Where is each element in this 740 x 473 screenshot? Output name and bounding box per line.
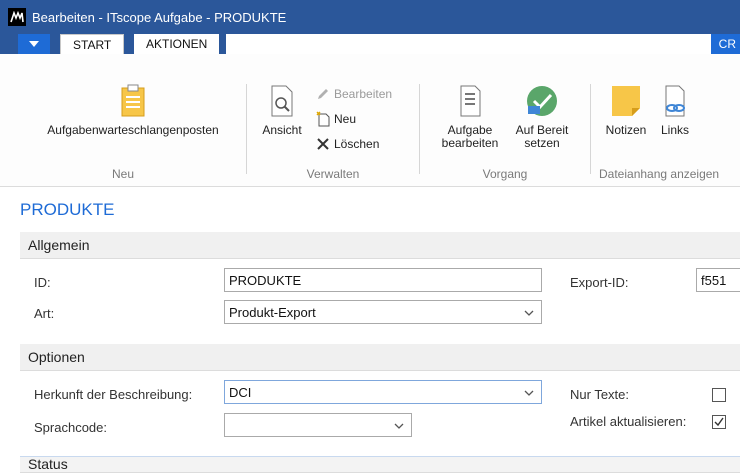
id-value: PRODUKTE: [229, 272, 302, 288]
link-document-icon: [662, 84, 688, 118]
window-title: Bearbeiten - ITscope Aufgabe - PRODUKTE: [32, 9, 287, 25]
auf-bereit-setzen-button[interactable]: Auf Bereit setzen: [506, 84, 578, 150]
export-id-label: Export-ID:: [570, 275, 629, 290]
ribbon-group-verwalten: Ansicht Bearbeiten Neu Löschen Verwalten: [247, 54, 419, 187]
task-document-icon: [457, 84, 483, 118]
section-allgemein-header: Allgemein: [28, 237, 90, 253]
id-label: ID:: [34, 275, 51, 290]
checkmark-icon: [714, 417, 724, 427]
notizen-label: Notizen: [605, 123, 647, 137]
app-menu-button[interactable]: [18, 34, 50, 54]
title-bar: Bearbeiten - ITscope Aufgabe - PRODUKTE: [0, 0, 740, 34]
section-optionen-header: Optionen: [28, 349, 85, 365]
ribbon: Aufgabenwarteschlangenposten Neu Ansicht…: [0, 54, 740, 187]
ready-check-icon: [525, 84, 559, 118]
ansicht-label: Ansicht: [262, 123, 302, 137]
page-title: PRODUKTE: [20, 200, 115, 219]
section-status[interactable]: Status: [20, 456, 740, 473]
group-label-verwalten: Verwalten: [306, 167, 360, 181]
aufgabe-bearbeiten-button[interactable]: Aufgabe bearbeiten: [434, 84, 506, 150]
neu-button[interactable]: Neu: [315, 111, 356, 127]
tab-aktionen[interactable]: AKTIONEN: [134, 34, 220, 54]
id-field[interactable]: PRODUKTE: [224, 268, 542, 292]
artikel-aktualisieren-checkbox[interactable]: [712, 415, 726, 429]
art-label: Art:: [34, 306, 55, 321]
new-document-icon: [315, 111, 331, 127]
bearbeiten-button[interactable]: Bearbeiten: [315, 86, 392, 102]
export-id-field[interactable]: f551: [696, 268, 740, 292]
group-label-vorgang: Vorgang: [482, 167, 528, 181]
clipboard-icon: [120, 84, 146, 118]
aufgabe-bearbeiten-label-2: bearbeiten: [441, 136, 499, 150]
herkunft-value: DCI: [229, 384, 252, 400]
nur-texte-label: Nur Texte:: [570, 387, 630, 402]
section-status-header: Status: [28, 456, 68, 472]
auf-bereit-setzen-label-1: Auf Bereit: [515, 123, 569, 137]
pencil-icon: [315, 86, 331, 102]
herkunft-label: Herkunft der Beschreibung:: [34, 387, 193, 402]
aufgabenwarteschlangenposten-label: Aufgabenwarteschlangenposten: [47, 123, 219, 137]
art-select[interactable]: Produkt-Export: [224, 300, 542, 324]
export-id-value: f551: [701, 272, 727, 288]
neu-label: Neu: [334, 112, 357, 126]
chevron-down-icon: [524, 390, 534, 396]
group-label-neu: Neu: [111, 167, 134, 181]
chevron-down-icon: [524, 310, 534, 316]
aufgabenwarteschlangenposten-button[interactable]: Aufgabenwarteschlangenposten: [28, 84, 238, 137]
section-optionen[interactable]: Optionen: [20, 344, 740, 371]
ansicht-button[interactable]: Ansicht: [257, 84, 307, 137]
sticky-note-icon: [610, 84, 642, 118]
chevron-down-icon: [394, 423, 404, 429]
links-button[interactable]: Links: [657, 84, 693, 137]
delete-x-icon: [315, 136, 331, 152]
bearbeiten-label: Bearbeiten: [334, 87, 393, 101]
tab-start[interactable]: START: [60, 34, 125, 54]
section-allgemein[interactable]: Allgemein: [20, 232, 740, 259]
links-label: Links: [660, 123, 689, 137]
herkunft-select[interactable]: DCI: [224, 380, 542, 404]
artikel-aktualisieren-label: Artikel aktualisieren:: [570, 414, 687, 429]
sprachcode-select[interactable]: [224, 413, 412, 437]
caret-down-icon: [29, 41, 39, 47]
ribbon-group-dateianhang: Notizen Links Dateianhang anzeigen: [591, 54, 740, 187]
ribbon-group-vorgang: Aufgabe bearbeiten Auf Bereit setzen Vor…: [420, 54, 590, 187]
ribbon-group-neu: Aufgabenwarteschlangenposten Neu: [0, 54, 246, 187]
notizen-button[interactable]: Notizen: [599, 84, 653, 137]
aufgabe-bearbeiten-label-1: Aufgabe: [447, 123, 493, 137]
nur-texte-checkbox[interactable]: [712, 388, 726, 402]
art-value: Produkt-Export: [229, 304, 316, 320]
loeschen-label: Löschen: [334, 137, 380, 151]
loeschen-button[interactable]: Löschen: [315, 136, 379, 152]
group-label-dateianhang: Dateianhang anzeigen: [599, 167, 720, 181]
ribbon-tab-row: START AKTIONEN CR: [0, 34, 740, 54]
view-page-icon: [269, 84, 295, 118]
app-logo-icon: [8, 8, 26, 26]
sprachcode-label: Sprachcode:: [34, 420, 107, 435]
auf-bereit-setzen-label-2: setzen: [524, 136, 560, 150]
tab-cr[interactable]: CR: [710, 34, 740, 54]
